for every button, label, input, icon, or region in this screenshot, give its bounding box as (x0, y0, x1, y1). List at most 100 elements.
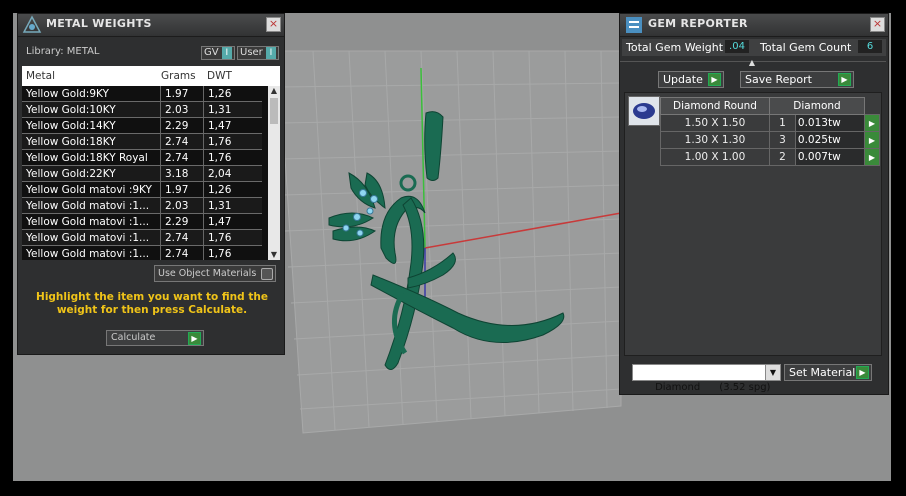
gem-weight-cell: 0.007tw (794, 148, 866, 166)
user-toggle-icon: I (265, 47, 276, 59)
divider (720, 61, 886, 62)
metal-name-cell: Yellow Gold:10KY (22, 101, 161, 118)
material-select[interactable]: Diamond (3.52 spg) ▼ (632, 364, 781, 393)
metal-name-cell: Yellow Gold:9KY (22, 86, 161, 102)
totals-bar: Total Gem Weight .04 Total Gem Count 6 (622, 39, 886, 56)
metal-weights-icon (22, 15, 42, 33)
col-metal[interactable]: Metal (26, 70, 55, 82)
metal-table-body: Yellow Gold:9KY 1.97 1,26 Yellow Gold:10KY 2… (22, 86, 262, 260)
col-diamond-round[interactable]: Diamond Round (660, 97, 770, 115)
metal-name-cell: Yellow Gold:22KY (22, 165, 161, 182)
metal-name-cell: Yellow Gold matovi :1... (22, 197, 161, 214)
grams-cell: 2.03 (160, 197, 204, 214)
col-dwt[interactable]: DWT (207, 70, 232, 82)
metal-name-cell: Yellow Gold matovi :1... (22, 213, 161, 230)
gem-reporter-panel: GEM REPORTER × Total Gem Weight .04 Tota… (619, 13, 889, 395)
scroll-up-icon[interactable]: ▲ (268, 86, 280, 96)
table-row[interactable]: 1.50 X 1.50 1 0.013tw ▶ (660, 114, 880, 132)
col-diamond[interactable]: Diamond (769, 97, 865, 115)
gem-count-cell: 3 (769, 131, 796, 149)
metal-name-cell: Yellow Gold:18KY Royal (22, 149, 161, 166)
table-row[interactable]: Yellow Gold matovi :1... 2.03 1,31 (22, 197, 262, 214)
metal-name-cell: Yellow Gold matovi :1... (22, 229, 161, 246)
grams-cell: 2.74 (160, 245, 204, 260)
chevron-down-icon[interactable]: ▼ (765, 365, 780, 380)
gv-label: GV (204, 47, 219, 58)
table-row[interactable]: Yellow Gold matovi :1... 2.74 1,76 (22, 245, 262, 260)
close-icon[interactable]: × (870, 17, 885, 32)
dwt-cell: 1,31 (203, 197, 262, 214)
set-material-button[interactable]: Set Material ▶ (784, 364, 872, 381)
table-row[interactable]: 1.30 X 1.30 3 0.025tw ▶ (660, 131, 880, 149)
table-row[interactable]: Yellow Gold:10KY 2.03 1,31 (22, 101, 262, 118)
table-row[interactable]: Yellow Gold matovi :1... 2.29 1,47 (22, 213, 262, 230)
use-object-materials-toggle[interactable]: Use Object Materials (154, 265, 276, 282)
play-icon: ▶ (188, 332, 201, 345)
dwt-cell: 1,31 (203, 101, 262, 118)
grams-cell: 3.18 (160, 165, 204, 182)
scroll-down-icon[interactable]: ▼ (268, 250, 280, 260)
collapse-icon[interactable]: ▲ (747, 58, 757, 67)
dwt-cell: 1,26 (203, 86, 262, 102)
user-toggle[interactable]: User I (237, 46, 279, 60)
set-material-label: Set Material (789, 366, 856, 379)
checkbox-icon (261, 268, 273, 280)
metal-weights-panel: METAL WEIGHTS × Library: METAL GV I User… (17, 13, 285, 355)
update-button[interactable]: Update ▶ (658, 71, 724, 88)
gem-size-cell: 1.30 X 1.30 (660, 131, 770, 149)
gem-table-body: 1.50 X 1.50 1 0.013tw ▶ 1.30 X 1.30 3 0.025tw ▶… (660, 114, 880, 166)
dwt-cell: 1,47 (203, 213, 262, 230)
gem-reporter-titlebar[interactable]: GEM REPORTER × (620, 14, 888, 37)
total-gem-count-value: 6 (858, 40, 882, 53)
table-row[interactable]: Yellow Gold matovi :9KY 1.97 1,26 (22, 181, 262, 198)
use-object-materials-label: Use Object Materials (158, 268, 257, 279)
save-report-label: Save Report (745, 73, 812, 86)
metal-name-cell: Yellow Gold:18KY (22, 133, 161, 150)
scroll-thumb[interactable] (270, 98, 278, 124)
select-gem-button[interactable]: ▶ (864, 114, 880, 132)
dwt-cell: 1,76 (203, 229, 262, 246)
dwt-cell: 1,76 (203, 133, 262, 150)
update-label: Update (663, 73, 703, 86)
table-row[interactable]: 1.00 X 1.00 2 0.007tw ▶ (660, 148, 880, 166)
metal-weights-titlebar[interactable]: METAL WEIGHTS × (18, 14, 284, 37)
dwt-cell: 1,76 (203, 149, 262, 166)
library-label: Library: METAL (26, 46, 100, 57)
col-grams[interactable]: Grams (161, 70, 196, 82)
viewport[interactable]: METAL WEIGHTS × Library: METAL GV I User… (13, 13, 891, 481)
gem-weight-cell: 0.025tw (794, 131, 866, 149)
total-gem-count-label: Total Gem Count (760, 41, 852, 54)
total-gem-weight-label: Total Gem Weight (626, 41, 724, 54)
metal-name-cell: Yellow Gold matovi :9KY (22, 181, 161, 198)
gem-weight-cell: 0.013tw (794, 114, 866, 132)
metal-table: Metal Grams DWT Yellow Gold:9KY 1.97 1,26 Y… (22, 66, 280, 260)
play-icon: ▶ (708, 73, 721, 86)
grams-cell: 2.03 (160, 101, 204, 118)
metal-name-cell: Yellow Gold:14KY (22, 117, 161, 134)
table-row[interactable]: Yellow Gold:22KY 3.18 2,04 (22, 165, 262, 182)
grams-cell: 2.29 (160, 213, 204, 230)
table-row[interactable]: Yellow Gold:9KY 1.97 1,26 (22, 86, 262, 102)
gem-count-cell: 1 (769, 114, 796, 132)
metal-table-header: Metal Grams DWT (22, 66, 280, 86)
grams-cell: 2.74 (160, 229, 204, 246)
select-gem-button[interactable]: ▶ (864, 131, 880, 149)
table-row[interactable]: Yellow Gold:18KY Royal 2.74 1,76 (22, 149, 262, 166)
calculate-label: Calculate (111, 332, 156, 343)
select-gem-button[interactable]: ▶ (864, 148, 880, 166)
ground-grid (277, 50, 622, 434)
table-row[interactable]: Yellow Gold:14KY 2.29 1,47 (22, 117, 262, 134)
total-gem-weight-value: .04 (725, 40, 749, 53)
metal-table-scrollbar[interactable]: ▲ ▼ (268, 86, 280, 260)
table-row[interactable]: Yellow Gold:18KY 2.74 1,76 (22, 133, 262, 150)
close-icon[interactable]: × (266, 17, 281, 32)
save-report-button[interactable]: Save Report ▶ (740, 71, 854, 88)
dwt-cell: 2,04 (203, 165, 262, 182)
user-label: User (240, 47, 263, 58)
dwt-cell: 1,76 (203, 245, 262, 260)
table-row[interactable]: Yellow Gold matovi :1... 2.74 1,76 (22, 229, 262, 246)
gem-thumbnail[interactable] (628, 96, 660, 126)
material-select-value: Diamond (3.52 spg) (655, 382, 771, 393)
gv-toggle[interactable]: GV I (201, 46, 235, 60)
calculate-button[interactable]: Calculate ▶ (106, 330, 204, 346)
